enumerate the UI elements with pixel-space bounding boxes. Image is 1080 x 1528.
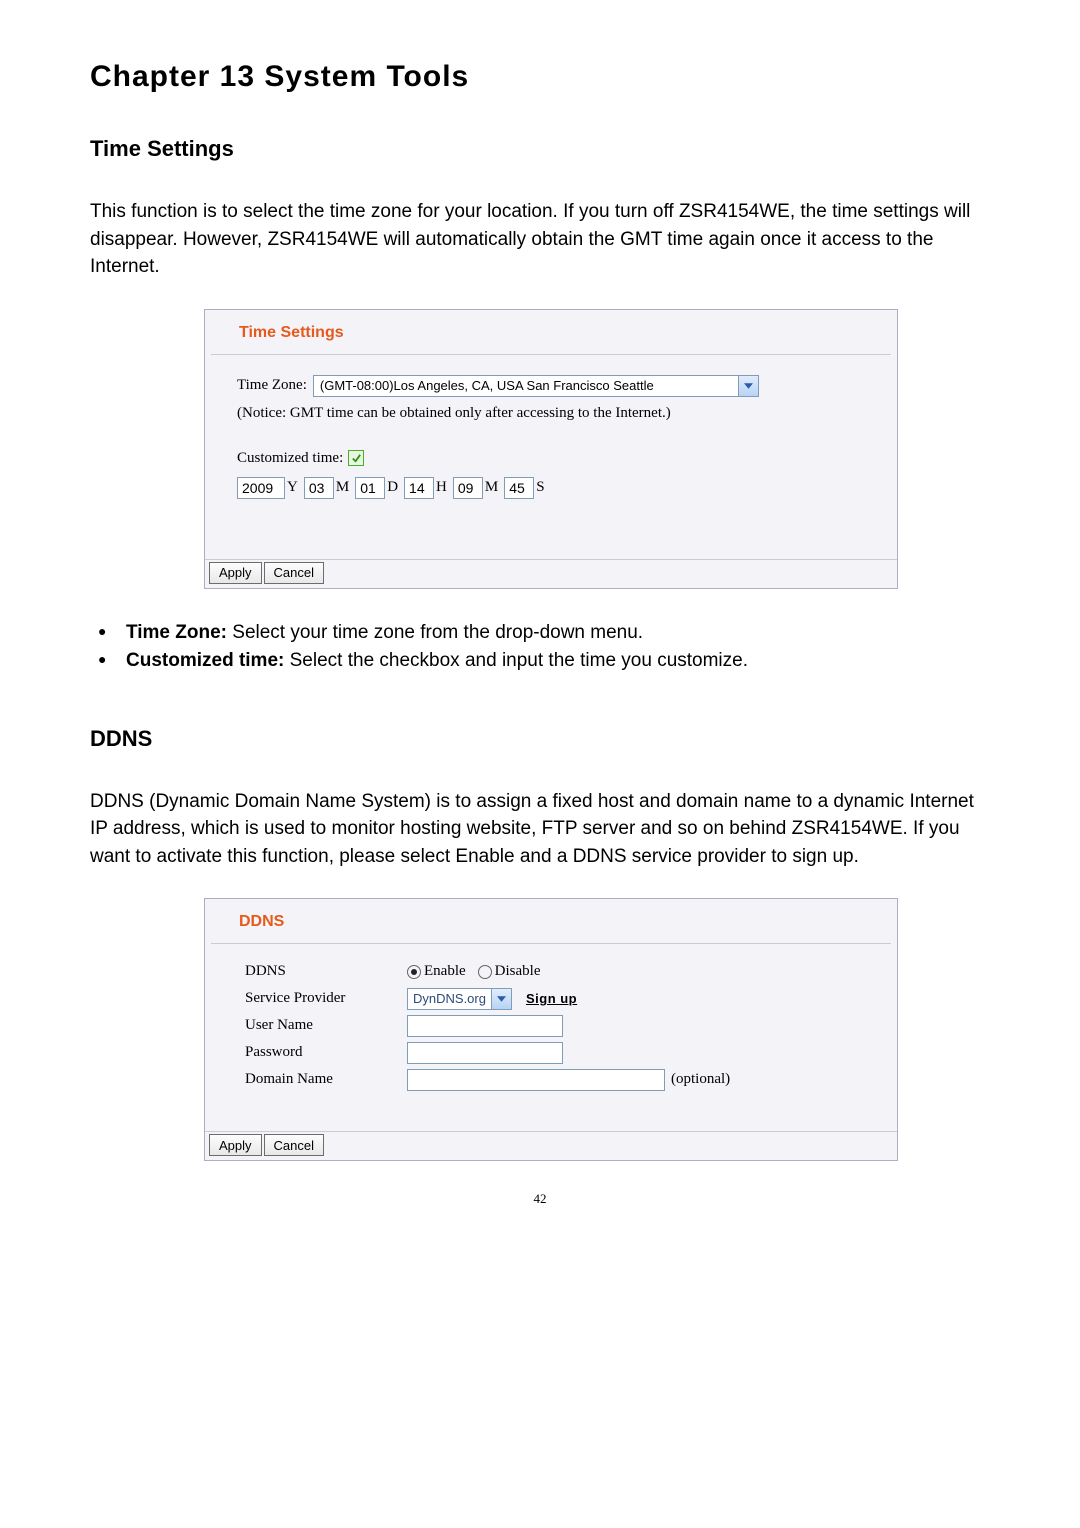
panel-title: Time Settings (205, 310, 897, 354)
ddns-paragraph: DDNS (Dynamic Domain Name System) is to … (90, 788, 990, 871)
day-input[interactable]: 01 (355, 477, 385, 499)
day-lbl: D (387, 479, 402, 496)
timezone-label: Time Zone: (237, 377, 307, 394)
signup-link[interactable]: Sign up (526, 991, 577, 1006)
year-lbl: Y (287, 479, 302, 496)
month-input[interactable]: 03 (304, 477, 334, 499)
bullet-term: Time Zone: (126, 622, 227, 643)
custom-time-label: Customized time: (237, 450, 343, 467)
hour-lbl: H (436, 479, 451, 496)
password-label: Password (245, 1044, 407, 1061)
timezone-select-value: (GMT-08:00)Los Angeles, CA, USA San Fran… (313, 375, 738, 397)
chevron-down-icon[interactable] (738, 375, 759, 397)
enable-radio[interactable] (407, 965, 421, 979)
apply-button[interactable]: Apply (209, 1134, 262, 1156)
month-lbl: M (336, 479, 353, 496)
provider-value: DynDNS.org (407, 988, 491, 1010)
disable-radio[interactable] (478, 965, 492, 979)
provider-select[interactable]: DynDNS.org (407, 988, 512, 1010)
chevron-down-icon[interactable] (491, 988, 512, 1010)
optional-text: (optional) (671, 1071, 730, 1088)
panel-title: DDNS (205, 899, 897, 943)
list-item: Customized time: Select the checkbox and… (90, 647, 990, 676)
cancel-button[interactable]: Cancel (264, 1134, 324, 1156)
disable-text: Disable (495, 963, 541, 980)
bullet-desc: Select your time zone from the drop-down… (227, 622, 643, 643)
timezone-select[interactable]: (GMT-08:00)Los Angeles, CA, USA San Fran… (313, 375, 759, 397)
apply-button[interactable]: Apply (209, 562, 262, 584)
time-settings-panel: Time Settings Time Zone: (GMT-08:00)Los … (204, 309, 898, 589)
bullet-desc: Select the checkbox and input the time y… (284, 650, 748, 671)
enable-text: Enable (424, 963, 466, 980)
minute-lbl: M (485, 479, 502, 496)
cancel-button[interactable]: Cancel (264, 562, 324, 584)
time-paragraph: This function is to select the time zone… (90, 198, 990, 281)
username-label: User Name (245, 1017, 407, 1034)
username-input[interactable] (407, 1015, 563, 1037)
page-number: 42 (90, 1191, 990, 1207)
second-input[interactable]: 45 (504, 477, 534, 499)
section-ddns-heading: DDNS (90, 726, 990, 752)
ddns-panel: DDNS DDNS Enable Disable Service Provide… (204, 898, 898, 1161)
chapter-title: Chapter 13 System Tools (90, 60, 990, 94)
section-time-heading: Time Settings (90, 136, 990, 162)
domain-input[interactable] (407, 1069, 665, 1091)
year-input[interactable]: 2009 (237, 477, 285, 499)
password-input[interactable] (407, 1042, 563, 1064)
minute-input[interactable]: 09 (453, 477, 483, 499)
time-bullet-list: Time Zone: Select your time zone from th… (90, 619, 990, 676)
gmt-notice: (Notice: GMT time can be obtained only a… (237, 405, 865, 422)
second-lbl: S (536, 479, 548, 496)
hour-input[interactable]: 14 (404, 477, 434, 499)
custom-time-checkbox[interactable] (348, 450, 364, 466)
domain-label: Domain Name (245, 1071, 407, 1088)
bullet-term: Customized time: (126, 650, 284, 671)
list-item: Time Zone: Select your time zone from th… (90, 619, 990, 648)
ddns-label: DDNS (245, 963, 407, 980)
provider-label: Service Provider (245, 990, 407, 1007)
